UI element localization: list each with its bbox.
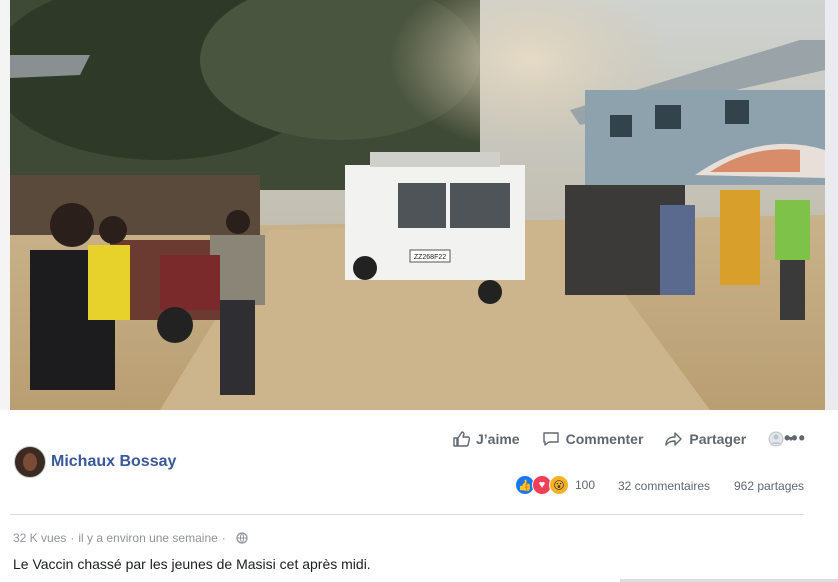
share-label: Partager (689, 431, 747, 447)
author-name-link[interactable]: Michaux Bossay (51, 453, 176, 471)
avatar-face (23, 453, 37, 471)
wow-reaction-icon: 😮 (549, 475, 569, 495)
share-count-link[interactable]: 962 partages (734, 479, 804, 493)
post-caption: Le Vaccin chassé par les jeunes de Masis… (13, 556, 371, 572)
thumbs-up-icon (453, 431, 470, 447)
comment-bubble-icon (542, 432, 559, 446)
reactions-summary[interactable]: 👍 ♥ 😮 100 (515, 475, 595, 495)
share-button[interactable]: Partager (665, 430, 746, 448)
post-actions-bar: J’aime Commenter Partager (452, 430, 812, 448)
post-timestamp[interactable]: il y a environ une semaine (78, 531, 217, 545)
author-avatar[interactable] (14, 446, 46, 478)
vehicle-plate: ZZ268F22 (414, 254, 446, 261)
page-right-gutter (825, 0, 838, 410)
like-label: J’aime (476, 431, 520, 447)
meta-separator-2: · (221, 531, 226, 545)
share-arrow-icon (665, 432, 683, 446)
globe-icon[interactable] (236, 532, 248, 544)
comment-count-link[interactable]: 32 commentaires (618, 479, 710, 493)
post-meta: 32 K vues · il y a environ une semaine · (13, 531, 248, 545)
comment-button[interactable]: Commenter (542, 430, 644, 448)
reaction-count: 100 (575, 478, 596, 492)
video-frame-scene: ZZ268F22 (10, 0, 825, 410)
view-count: 32 K vues (13, 531, 67, 545)
meta-separator: · (70, 531, 75, 545)
video-player[interactable]: ZZ268F22 (10, 0, 825, 410)
more-options-icon[interactable]: ••• (784, 428, 806, 449)
page-left-gutter (0, 0, 10, 410)
divider (10, 514, 804, 515)
like-button[interactable]: J’aime (452, 430, 520, 448)
comment-label: Commenter (565, 431, 644, 447)
